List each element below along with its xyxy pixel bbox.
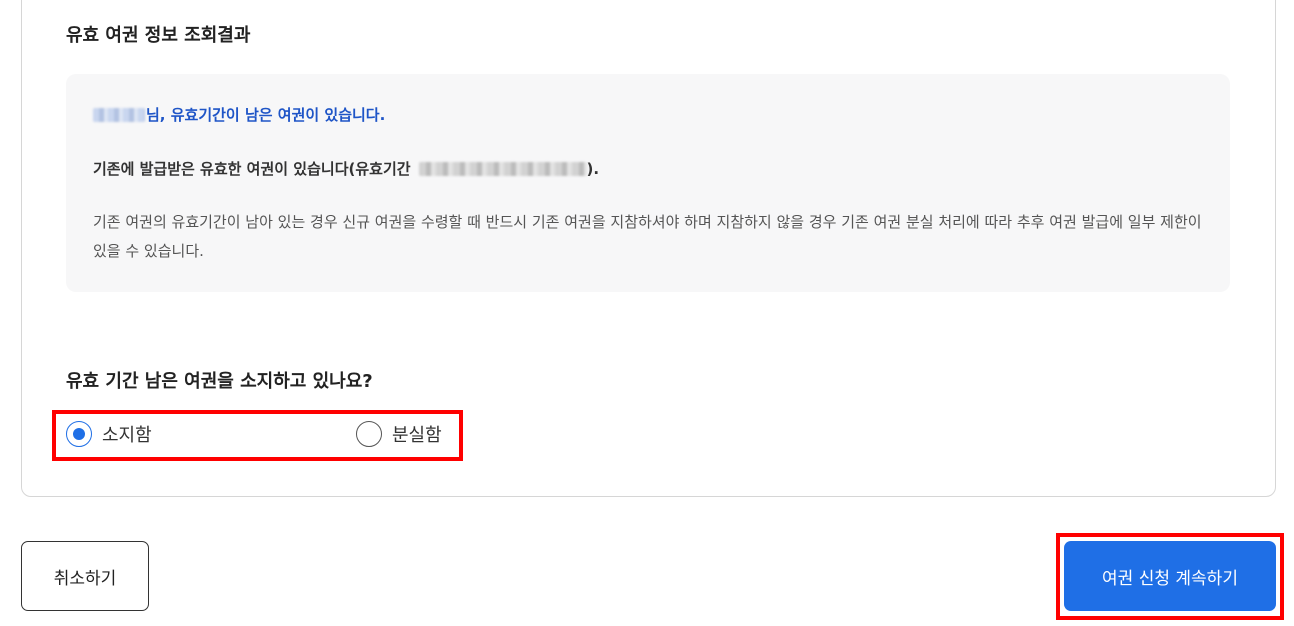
radio-own[interactable]: 소지함 (66, 421, 152, 447)
radio-dot (73, 428, 85, 440)
radio-own-label[interactable]: 소지함 (102, 421, 152, 447)
info-valid-passport-line: 기존에 발급받은 유효한 여권이 있습니다(유효기간 ). (93, 158, 599, 179)
redacted-name (93, 107, 145, 122)
continue-application-button[interactable]: 여권 신청 계속하기 (1064, 541, 1276, 611)
info-headline-text: 님, 유효기간이 남은 여권이 있습니다. (146, 106, 386, 124)
redacted-validity-period (418, 161, 587, 176)
section-title: 유효 여권 정보 조회결과 (66, 25, 251, 46)
possession-radio-group: 소지함 분실함 (66, 421, 466, 451)
radio-lost[interactable]: 분실함 (356, 421, 442, 447)
info-box: 님, 유효기간이 남은 여권이 있습니다. 기존에 발급받은 유효한 여권이 있… (66, 74, 1230, 292)
info-line2-prefix: 기존에 발급받은 유효한 여권이 있습니다(유효기간 (93, 160, 411, 178)
info-headline: 님, 유효기간이 남은 여권이 있습니다. (93, 104, 385, 125)
radio-lost-label[interactable]: 분실함 (392, 421, 442, 447)
info-description: 기존 여권의 유효기간이 남아 있는 경우 신규 여권을 수령할 때 반드시 기… (93, 213, 1202, 260)
radio-checked-icon[interactable] (66, 421, 92, 447)
radio-unchecked-icon[interactable] (356, 421, 382, 447)
cancel-button[interactable]: 취소하기 (21, 541, 149, 611)
possession-question: 유효 기간 남은 여권을 소지하고 있나요? (66, 371, 373, 392)
info-line2-suffix: ). (586, 159, 600, 178)
